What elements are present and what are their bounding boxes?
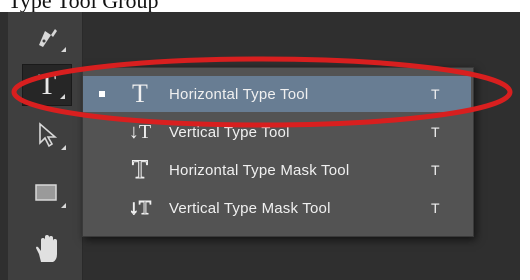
shortcut-key: T [431,162,440,178]
hand-tool-icon [36,235,57,262]
menu-item-label: Vertical Type Mask Tool [169,199,331,217]
shortcut-key: T [431,124,440,140]
vertical-type-mask-icon: ↓T [128,196,152,219]
menu-item-vertical-type-mask-tool[interactable]: ↓T Vertical Type Mask Tool T [83,190,471,226]
more-tools-indicator [60,94,65,99]
rectangle-tool-button[interactable] [22,172,72,214]
menu-item-horizontal-type-mask-tool[interactable]: T Horizontal Type Mask Tool T [83,152,471,188]
menu-item-label: Horizontal Type Mask Tool [169,161,350,179]
type-tool-icon: T [37,68,57,101]
horizontal-type-icon: T [132,79,148,108]
more-tools-indicator [61,203,66,208]
pen-tool-icon [39,29,57,47]
type-tool-flyout-menu: T Horizontal Type Tool T ↓T Vertical Typ… [82,67,474,237]
shortcut-key: T [431,86,440,102]
pen-tool-button[interactable] [22,16,72,58]
hand-tool-button[interactable] [22,228,72,270]
tools-panel: T [8,12,83,280]
shortcut-key: T [431,200,440,216]
menu-item-label: Horizontal Type Tool [169,85,309,103]
photoshop-stage: T T Horizontal Type Tool T ↓T Vertical T… [0,12,530,280]
menu-item-vertical-type-tool[interactable]: ↓T Vertical Type Tool T [83,114,471,150]
menu-item-horizontal-type-tool[interactable]: T Horizontal Type Tool T [83,76,471,112]
more-tools-indicator [61,47,66,52]
type-tool-button[interactable]: T [22,64,72,106]
rectangle-tool-icon [35,184,57,201]
selected-bullet-icon [99,91,105,97]
vertical-type-icon: ↓T [128,120,152,143]
horizontal-type-mask-icon: T [132,155,149,185]
more-tools-indicator [61,145,66,150]
path-selection-button[interactable] [22,114,72,156]
path-selection-icon [39,122,58,148]
menu-item-label: Vertical Type Tool [169,123,290,141]
